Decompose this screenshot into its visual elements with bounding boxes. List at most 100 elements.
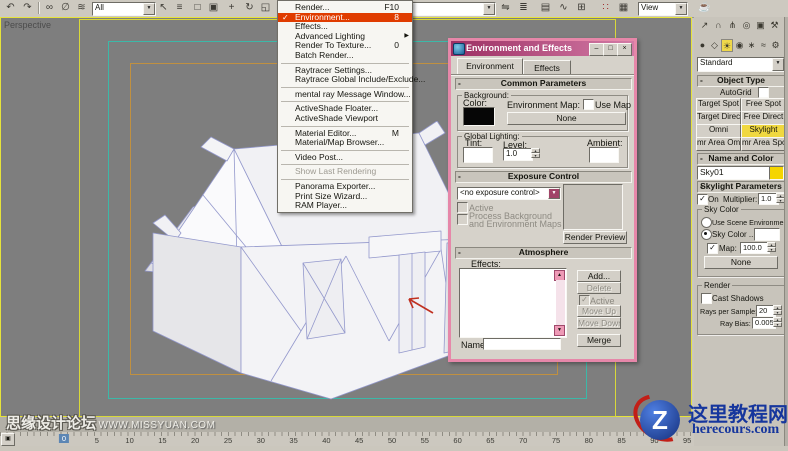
target-direct-button[interactable]: Target Direct [696,111,741,125]
quick-render-teapot-icon[interactable]: ☕ [697,1,712,15]
collapse-icon[interactable]: - [458,172,461,181]
collapse-icon[interactable]: - [700,76,703,85]
cameras-category-icon[interactable]: ◉ [734,39,745,52]
menu-item-raytrace-global[interactable]: Raytrace Global Include/Exclude... [278,74,425,85]
chevron-down-icon[interactable]: ▼ [143,3,155,15]
collapse-icon[interactable]: - [458,248,461,257]
select-and-scale-icon[interactable]: ◱ [258,1,273,15]
delete-effect-button[interactable]: Delete [577,282,621,294]
select-and-link-icon[interactable]: ∞ [42,1,57,15]
map-amount-input[interactable]: 100.0 [740,242,770,254]
autogrid-checkbox[interactable] [758,87,769,98]
skylight-on-checkbox[interactable]: ✓ [697,194,708,205]
rollout-exposure-control[interactable]: - Exposure Control [455,171,632,183]
unlink-selection-icon[interactable]: ∅ [58,1,73,15]
collapse-icon[interactable]: - [700,182,703,191]
scrollbar-track[interactable] [556,280,565,326]
use-scene-environment-radio[interactable] [701,217,712,228]
close-icon[interactable]: × [617,43,632,56]
use-map-checkbox[interactable] [583,99,594,110]
level-input[interactable]: 1.0 [503,148,533,161]
effect-name-input[interactable] [483,338,561,350]
select-by-name-icon[interactable]: ≡ [172,1,187,15]
helpers-category-icon[interactable]: ∗ [746,39,757,52]
align-icon[interactable]: ≣ [516,1,531,15]
display-tab-icon[interactable]: ▣ [754,19,767,32]
redo-icon[interactable]: ↷ [20,1,35,15]
create-tab-icon[interactable]: ↗ [698,19,711,32]
omni-button[interactable]: Omni [696,124,741,138]
spinner-down-icon[interactable]: ▾ [773,310,782,315]
select-and-move-icon[interactable]: + [224,1,239,15]
motion-tab-icon[interactable]: ◎ [740,19,753,32]
systems-category-icon[interactable]: ⚙ [770,39,781,52]
named-selection-sets-dropdown[interactable]: ▼ [408,2,496,16]
map-checkbox[interactable]: ✓ [707,243,718,254]
rollout-object-type[interactable]: - Object Type [697,75,785,87]
maximize-icon[interactable]: □ [603,43,618,56]
sky-map-button[interactable]: None [704,256,778,269]
level-spinner[interactable]: ▴ ▾ [531,148,540,159]
scroll-down-icon[interactable]: ▼ [554,325,565,336]
bind-to-space-warp-icon[interactable]: ≋ [74,1,89,15]
render-setup-icon[interactable]: ▦ [616,1,631,15]
rollout-skylight-parameters[interactable]: - Skylight Parameters [697,181,785,193]
menu-item-ram-player[interactable]: RAM Player... [278,200,412,211]
time-slider-current-frame[interactable]: 0 [58,434,70,443]
material-editor-icon[interactable]: ∷ [598,1,613,15]
object-name-input[interactable]: Sky01 [697,166,770,180]
chevron-down-icon[interactable]: ▼ [675,3,687,15]
tint-swatch[interactable] [463,147,493,163]
move-up-button[interactable]: Move Up [577,305,621,317]
spinner-down-icon[interactable]: ▾ [531,153,540,158]
spinner-down-icon[interactable]: ▾ [773,322,782,327]
free-direct-button[interactable]: Free Direct [741,111,786,125]
light-type-dropdown[interactable]: Standard ▼ [697,57,785,72]
layer-manager-icon[interactable]: ▤ [538,1,553,15]
menu-item-mental-ray-message-window[interactable]: mental ray Message Window... [278,89,412,100]
menu-item-activeshade-viewport[interactable]: ActiveShade Viewport [278,113,412,124]
shapes-category-icon[interactable]: ◇ [709,39,720,52]
skylight-button[interactable]: Skylight [741,124,786,138]
exposure-active-checkbox[interactable] [457,202,468,213]
cast-shadows-checkbox[interactable] [701,293,712,304]
mr-area-spot-button[interactable]: mr Area Spot [741,137,786,151]
rectangular-selection-region-icon[interactable]: □ [190,1,205,15]
effects-listbox[interactable]: ▲ ▼ [459,268,567,338]
ambient-swatch[interactable] [589,147,619,163]
curve-editor-icon[interactable]: ∿ [556,1,571,15]
process-background-checkbox[interactable] [457,214,468,225]
menu-item-material-map-browser[interactable]: Material/Map Browser... [278,137,412,148]
collapse-icon[interactable]: - [700,154,703,163]
collapse-icon[interactable]: - [458,79,461,88]
add-effect-button[interactable]: Add... [577,270,621,282]
free-spot-button[interactable]: Free Spot [741,98,786,112]
schematic-view-icon[interactable]: ⊞ [574,1,589,15]
chevron-down-icon[interactable]: ▼ [772,58,784,71]
panel-scrollbar[interactable] [784,17,788,446]
chevron-down-icon[interactable]: ▼ [483,3,495,15]
select-object-icon[interactable]: ↖ [156,1,171,15]
render-preview-button[interactable]: Render Preview [563,231,627,244]
modify-tab-icon[interactable]: ∩ [712,19,725,32]
spinner-down-icon[interactable]: ▾ [767,247,776,252]
timeline-toggle-icon[interactable]: ▣ [1,433,15,446]
environment-map-button[interactable]: None [507,112,626,125]
map-amount-spinner[interactable]: ▴ ▾ [767,242,776,253]
rollout-name-and-color[interactable]: - Name and Color [697,153,785,165]
object-color-swatch[interactable] [769,166,784,180]
exposure-control-dropdown[interactable]: <no exposure control> ▼ [457,187,561,200]
timeline-ruler[interactable]: ▣ 0 5 10 15 20 25 30 35 40 45 50 55 60 65 70 75 80 85 90 95 [0,432,694,446]
mr-area-omni-button[interactable]: mr Area Omni [696,137,741,151]
hierarchy-tab-icon[interactable]: ⋔ [726,19,739,32]
selection-filter-dropdown[interactable]: All ▼ [92,2,156,16]
rollout-atmosphere[interactable]: - Atmosphere [455,247,632,259]
select-and-rotate-icon[interactable]: ↻ [242,1,257,15]
utilities-tab-icon[interactable]: ⚒ [768,19,781,32]
rollout-common-parameters[interactable]: - Common Parameters [455,78,632,90]
ray-bias-spinner[interactable]: ▴ ▾ [773,317,782,328]
minimize-icon[interactable]: – [589,43,604,56]
move-down-button[interactable]: Move Down [577,317,621,329]
space-warps-category-icon[interactable]: ≈ [758,39,769,52]
menu-item-batch-render[interactable]: Batch Render... [278,50,412,61]
